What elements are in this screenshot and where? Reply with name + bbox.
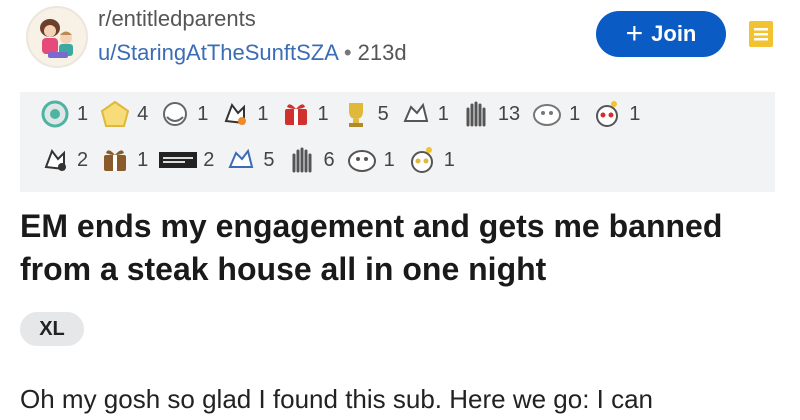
- award-count: 1: [443, 148, 455, 171]
- bless-up-award-icon: [403, 102, 429, 122]
- award-count: 1: [437, 102, 449, 125]
- trophy-award-icon: [348, 103, 363, 127]
- award-count: 5: [377, 102, 389, 125]
- post-flair[interactable]: XL: [20, 312, 84, 346]
- award-badge[interactable]: 2: [158, 148, 214, 172]
- award-count: 2: [77, 148, 89, 171]
- award-badge[interactable]: 1: [399, 99, 449, 129]
- gift-award-icon: [284, 104, 307, 125]
- award-badge[interactable]: 5: [224, 145, 275, 175]
- award-count: 1: [317, 102, 329, 125]
- bear-award-icon: [104, 150, 127, 171]
- join-button[interactable]: + Join: [596, 11, 726, 57]
- award-count: 1: [629, 102, 641, 125]
- award-count: 5: [263, 148, 275, 171]
- text-award-icon: [159, 152, 198, 168]
- wholesome-award-icon: [224, 102, 247, 125]
- hugz-award-icon: [163, 102, 188, 126]
- award-badge[interactable]: 2: [38, 145, 88, 175]
- plus-icon: +: [625, 17, 644, 50]
- award-badge[interactable]: 1: [345, 145, 395, 175]
- subreddit-name[interactable]: r/entitledparents: [98, 6, 256, 32]
- award-badge[interactable]: 4: [98, 99, 148, 129]
- sunglasses-award-icon: [410, 147, 433, 173]
- award-count: 1: [137, 148, 149, 171]
- author-line: u/StaringAtTheSunftSZA • 213d: [98, 40, 407, 66]
- snoo-award-icon: [596, 101, 619, 127]
- clapping-award-icon: [466, 101, 486, 127]
- award-count: 4: [137, 102, 149, 125]
- gold-award-icon: [100, 100, 130, 127]
- menu-icon[interactable]: [748, 20, 774, 48]
- award-badge[interactable]: 1: [98, 145, 148, 175]
- award-badge[interactable]: 1: [38, 99, 88, 129]
- subreddit-avatar[interactable]: [26, 6, 88, 68]
- award-count: 1: [569, 102, 581, 125]
- face-award-icon: [533, 104, 562, 126]
- meta-separator: •: [343, 40, 352, 65]
- author-name[interactable]: u/StaringAtTheSunftSZA: [98, 40, 338, 65]
- award-badge[interactable]: 1: [405, 145, 455, 175]
- join-label: Join: [651, 21, 697, 46]
- award-count: 1: [257, 102, 269, 125]
- silver-award-icon: [41, 100, 69, 128]
- post-header: r/entitledparents u/StaringAtTheSunftSZA…: [0, 0, 800, 80]
- panda-award-icon: [44, 148, 66, 171]
- award-badge[interactable]: 1: [279, 99, 329, 129]
- award-count: 1: [197, 102, 209, 125]
- award-count: 1: [383, 148, 395, 171]
- award-badge[interactable]: 1: [590, 99, 640, 129]
- awards-row-1: 1 4 1 1 1 5 1 13 1 1: [38, 95, 644, 133]
- award-badge[interactable]: 6: [285, 145, 335, 175]
- award-badge[interactable]: 5: [339, 99, 389, 129]
- award-badge[interactable]: 1: [158, 99, 208, 129]
- award-badge[interactable]: 13: [459, 99, 520, 129]
- award-badge[interactable]: 1: [530, 99, 580, 129]
- award-count: 6: [323, 148, 335, 171]
- snoo-face-award-icon: [292, 147, 311, 173]
- snoo-love-award-icon: [347, 150, 376, 172]
- post-body-preview: Oh my gosh so glad I found this sub. Her…: [20, 384, 654, 414]
- award-count: 1: [77, 102, 89, 125]
- post-title[interactable]: EM ends my engagement and gets me banned…: [20, 205, 780, 291]
- post-age: 213d: [357, 40, 407, 65]
- award-badge[interactable]: 1: [218, 99, 269, 129]
- awards-panel: 1 4 1 1 1 5 1 13 1 1 2 1 2 5 6 1 1: [20, 92, 775, 192]
- award-count: 2: [203, 148, 215, 171]
- award-count: 13: [497, 102, 521, 125]
- snoo-helmet-award-icon: [228, 148, 254, 168]
- awards-row-2: 2 1 2 5 6 1 1: [38, 141, 459, 179]
